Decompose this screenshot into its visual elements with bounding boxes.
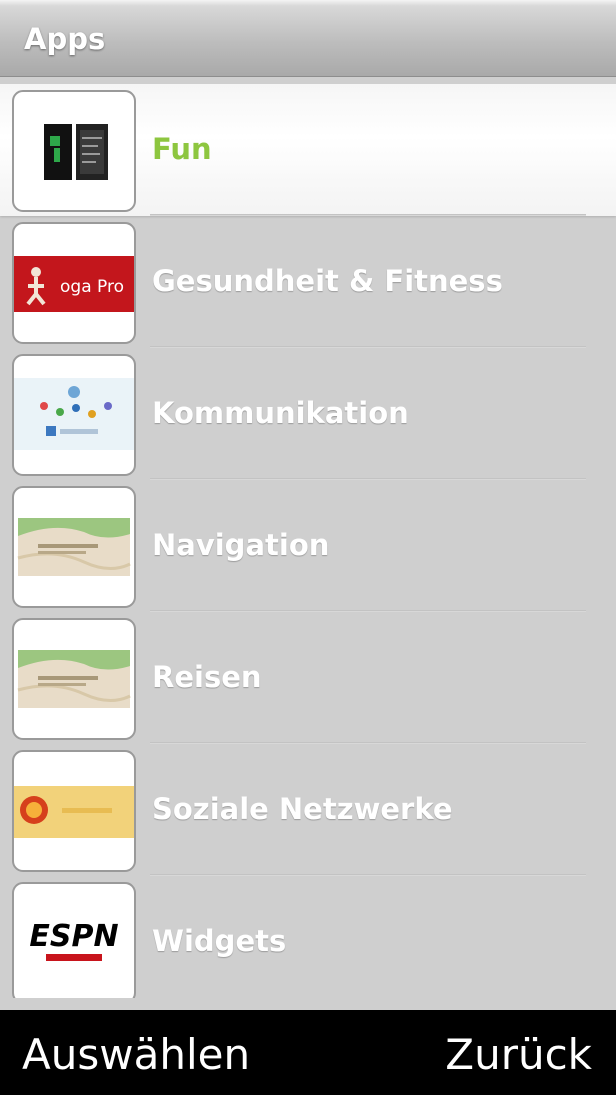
list-item-fun[interactable]: Fun [0,84,616,216]
page-title: Apps [24,22,106,56]
header-bar: Apps [0,0,616,77]
select-softkey[interactable]: Auswählen [22,1030,250,1079]
list-item-navigation[interactable]: Navigation [0,480,616,612]
list-item-label: Kommunikation [152,396,409,430]
list-item-label: Gesundheit & Fitness [152,264,503,298]
espn-logo-text: ESPN [29,919,118,954]
espn-logo-icon: ESPN [12,882,136,998]
list-item-label: Fun [152,132,212,166]
list-item-label: Reisen [152,660,262,694]
communication-app-icon [12,354,136,476]
list-item-gesundheit-fitness[interactable]: oga Pro Gesundheit & Fitness [0,216,616,348]
list-item-reisen[interactable]: Reisen [0,612,616,744]
softkey-bar: Auswählen Zurück [0,1010,616,1095]
category-list[interactable]: Fun oga Pro Gesundheit & Fitness Kommuni… [0,84,616,998]
yoga-pro-icon: oga Pro [12,222,136,344]
map-app-icon [12,618,136,740]
map-app-icon [12,486,136,608]
social-app-icon [12,750,136,872]
list-item-label: Soziale Netzwerke [152,792,453,826]
list-item-kommunikation[interactable]: Kommunikation [0,348,616,480]
list-item-soziale-netzwerke[interactable]: Soziale Netzwerke [0,744,616,876]
back-softkey[interactable]: Zurück [445,1030,592,1079]
list-item-label: Widgets [152,924,287,958]
list-item-widgets[interactable]: ESPN Widgets [0,876,616,998]
yoga-pro-logo-text: oga Pro [60,277,124,297]
fun-app-icon [12,90,136,212]
list-item-label: Navigation [152,528,330,562]
